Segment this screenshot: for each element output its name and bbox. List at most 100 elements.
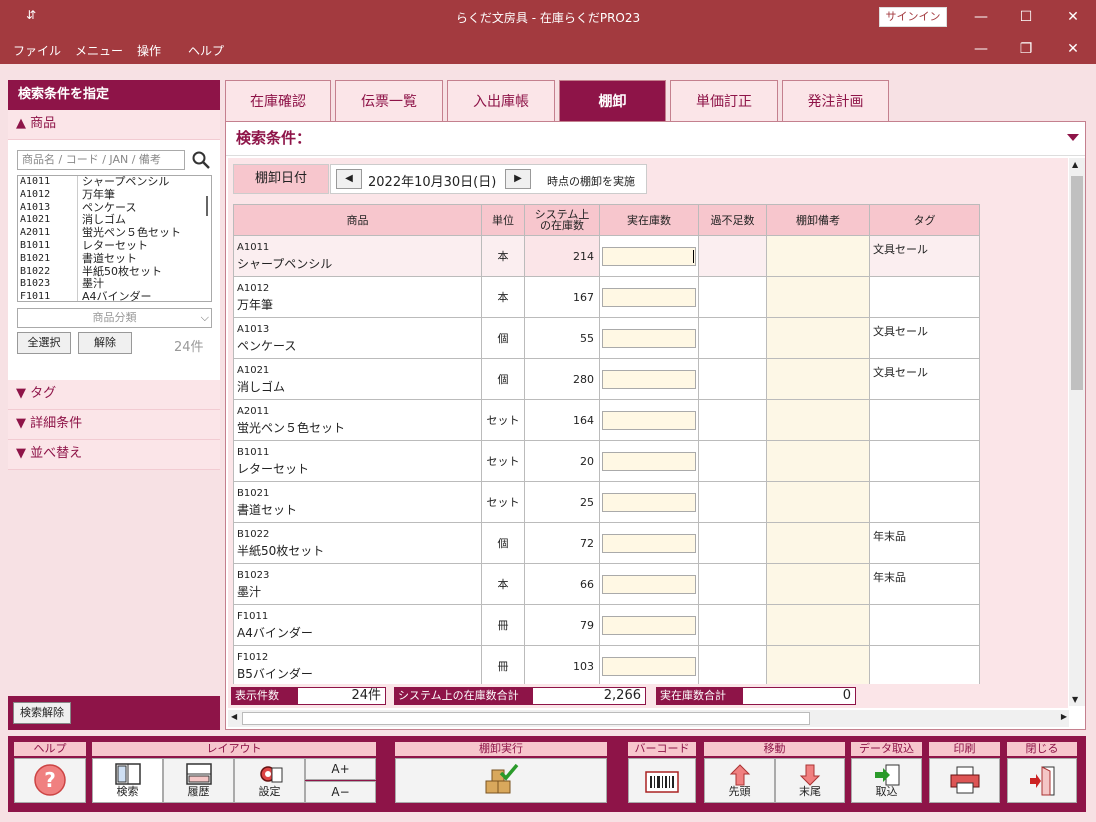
- menu-menu[interactable]: メニュー: [75, 42, 123, 59]
- section-sort[interactable]: ▼ 並べ替え: [8, 440, 220, 470]
- table-row[interactable]: B1022 半紙50枚セット 個 72 年末品: [233, 522, 980, 564]
- memo-cell[interactable]: [766, 317, 870, 359]
- scroll-up-icon[interactable]: ▲: [1072, 160, 1078, 169]
- memo-cell[interactable]: [766, 563, 870, 605]
- category-select[interactable]: 商品分類 ⌵: [17, 308, 212, 328]
- section-detail[interactable]: ▼ 詳細条件: [8, 410, 220, 440]
- section-product[interactable]: ▲ 商品: [8, 110, 220, 140]
- deselect-button[interactable]: 解除: [78, 332, 132, 354]
- product-list-item[interactable]: B1022 半紙50枚セット: [18, 265, 211, 279]
- search-icon[interactable]: [191, 150, 211, 170]
- table-row[interactable]: A1021 消しゴム 個 280 文具セール: [233, 358, 980, 400]
- search-condition-bar[interactable]: 検索条件：: [226, 122, 1085, 156]
- actual-qty-input[interactable]: [602, 615, 696, 635]
- actual-qty-input[interactable]: [602, 451, 696, 471]
- tab-price-correction[interactable]: 単価訂正: [670, 80, 778, 122]
- layout-history-button[interactable]: 履歴: [163, 758, 234, 803]
- scroll-down-icon[interactable]: ▼: [1072, 695, 1078, 704]
- product-list-item[interactable]: F1011 A4バインダー: [18, 290, 211, 301]
- font-down-button[interactable]: A−: [305, 781, 376, 803]
- horizontal-scrollbar[interactable]: ◀ ▶: [228, 710, 1069, 727]
- memo-cell[interactable]: [766, 604, 870, 646]
- table-row[interactable]: A1013 ペンケース 個 55 文具セール: [233, 317, 980, 359]
- signin-button[interactable]: サインイン: [879, 7, 947, 27]
- scroll-left-icon[interactable]: ◀: [231, 712, 237, 721]
- product-list-scrollbar[interactable]: [204, 178, 210, 298]
- product-list-item[interactable]: A1012 万年筆: [18, 188, 211, 202]
- vertical-scroll-thumb[interactable]: [1071, 176, 1083, 390]
- close-button[interactable]: [1007, 758, 1077, 803]
- product-code: A2011: [237, 406, 270, 417]
- memo-cell[interactable]: [766, 399, 870, 441]
- section-tag[interactable]: ▼ タグ: [8, 380, 220, 410]
- table-row[interactable]: B1023 墨汁 本 66 年末品: [233, 563, 980, 605]
- menu-operation[interactable]: 操作: [137, 42, 161, 59]
- prev-date-button[interactable]: ◀: [336, 169, 362, 189]
- last-button[interactable]: 末尾: [775, 758, 845, 803]
- settings-button[interactable]: 設定: [234, 758, 305, 803]
- actual-qty-input[interactable]: [602, 533, 696, 553]
- actual-qty-input[interactable]: [602, 492, 696, 512]
- actual-qty-input[interactable]: [602, 410, 696, 430]
- table-row[interactable]: A1011 シャープペンシル 本 214 文具セール: [233, 235, 980, 277]
- help-button[interactable]: ?: [14, 758, 86, 803]
- memo-cell[interactable]: [766, 481, 870, 523]
- maximize-icon[interactable]: ☐: [1003, 0, 1049, 34]
- table-row[interactable]: F1012 B5バインダー 冊 103: [233, 645, 980, 684]
- sub-close-icon[interactable]: ✕: [1050, 34, 1096, 68]
- memo-cell[interactable]: [766, 358, 870, 400]
- menu-file[interactable]: ファイル: [13, 42, 61, 59]
- layout-search-button[interactable]: 検索: [92, 758, 163, 803]
- actual-qty-input[interactable]: [602, 287, 696, 307]
- menu-help[interactable]: ヘルプ: [188, 42, 224, 59]
- memo-cell[interactable]: [766, 440, 870, 482]
- inventory-date-value[interactable]: 2022年10月30日(日): [368, 171, 496, 190]
- actual-qty-input[interactable]: [602, 246, 696, 266]
- next-date-button[interactable]: ▶: [505, 169, 531, 189]
- scroll-right-icon[interactable]: ▶: [1061, 712, 1067, 721]
- select-all-button[interactable]: 全選択: [17, 332, 71, 354]
- product-list-item[interactable]: B1021 書道セット: [18, 252, 211, 266]
- minimize-icon[interactable]: —: [958, 0, 1004, 34]
- actual-qty-input[interactable]: [602, 574, 696, 594]
- table-row[interactable]: F1011 A4バインダー 冊 79: [233, 604, 980, 646]
- barcode-button[interactable]: [628, 758, 696, 803]
- sub-restore-icon[interactable]: ❐: [1003, 34, 1049, 68]
- tab-stock-check[interactable]: 在庫確認: [225, 80, 331, 122]
- import-button[interactable]: 取込: [851, 758, 922, 803]
- tab-order-plan[interactable]: 発注計画: [782, 80, 889, 122]
- tab-inout-book[interactable]: 入出庫帳: [447, 80, 555, 122]
- table-row[interactable]: B1011 レターセット セット 20: [233, 440, 980, 482]
- memo-cell[interactable]: [766, 276, 870, 318]
- memo-cell[interactable]: [766, 522, 870, 564]
- table-row[interactable]: B1021 書道セット セット 25: [233, 481, 980, 523]
- product-list-item[interactable]: B1011 レターセット: [18, 239, 211, 253]
- close-window-icon[interactable]: ✕: [1050, 0, 1096, 34]
- tag-cell: 文具セール: [869, 235, 980, 277]
- product-list[interactable]: A1011 シャープペンシル A1012 万年筆 A1013 ペンケース A1021 消しゴム…: [17, 175, 212, 302]
- product-name: ペンケース: [237, 339, 297, 353]
- product-search-input[interactable]: 商品名 / コード / JAN / 備考: [17, 150, 185, 170]
- actual-qty-input[interactable]: [602, 328, 696, 348]
- table-row[interactable]: A1012 万年筆 本 167: [233, 276, 980, 318]
- font-up-button[interactable]: A+: [305, 758, 376, 780]
- sub-minimize-icon[interactable]: —: [958, 34, 1004, 68]
- horizontal-scroll-thumb[interactable]: [242, 712, 810, 725]
- tab-inventory[interactable]: 棚卸: [559, 80, 666, 122]
- memo-cell[interactable]: [766, 235, 870, 277]
- print-button[interactable]: [929, 758, 1000, 803]
- actual-qty-input[interactable]: [602, 656, 696, 676]
- execute-inventory-button[interactable]: [395, 758, 607, 803]
- actual-qty-cell: [599, 522, 699, 564]
- chevron-down-icon[interactable]: [1067, 134, 1079, 141]
- product-list-item[interactable]: A1011 シャープペンシル: [18, 176, 211, 189]
- search-panel-title: 検索条件を指定: [8, 80, 220, 110]
- category-select-value: 商品分類: [92, 311, 137, 324]
- table-row[interactable]: A2011 蛍光ペン５色セット セット 164: [233, 399, 980, 441]
- memo-cell[interactable]: [766, 645, 870, 684]
- vertical-scrollbar[interactable]: ▲ ▼: [1069, 158, 1085, 706]
- actual-qty-input[interactable]: [602, 369, 696, 389]
- clear-search-button[interactable]: 検索解除: [13, 702, 71, 724]
- tab-slip-list[interactable]: 伝票一覧: [335, 80, 443, 122]
- first-button[interactable]: 先頭: [704, 758, 775, 803]
